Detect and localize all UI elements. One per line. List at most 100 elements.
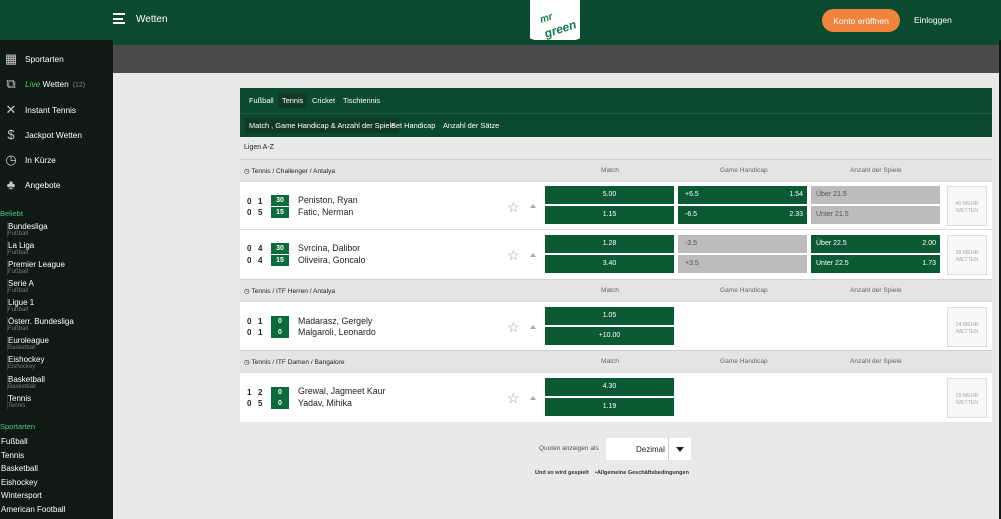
sportarten-heading: Sportarten [0,422,36,431]
arrow-up-icon [530,253,536,257]
section-title: ◷ Tennis / ITF Damen / Bangalore [244,359,345,366]
match-row: 04 04 30 15 Svrcina, Dalibor Oliveira, G… [240,229,992,279]
register-button[interactable]: Konto eröffnen [822,9,900,32]
odds-button[interactable]: 5.00 [545,186,674,204]
more-bets-button[interactable]: 38 MEHR WETTEN [947,235,987,275]
tree-icon: ♣ [6,177,16,192]
arrow-up-icon [530,204,536,208]
sport-link[interactable]: Wintersport [1,491,42,500]
grid-icon: ▦ [4,51,18,66]
player-name[interactable]: Yadav, Mihika [298,398,352,408]
arrow-up-icon [530,396,536,400]
sport-tabs: Fußball Tennis Cricket Tischtennis [240,88,992,113]
player-name[interactable]: Grewal, Jagmeet Kaur [298,386,386,396]
league-item[interactable]: Ligue 1 Fußball [7,298,34,313]
arrow-up-icon [530,325,536,329]
sidebar: ▦ Sportarten ⧉ Live Wetten (12) ✕ Instant… [0,40,113,519]
sidebar-item-angebote[interactable]: ♣ Angebote [0,173,113,197]
menu-icon[interactable] [113,13,125,24]
sport-link[interactable]: Basketball [1,464,38,473]
chevron-down-icon[interactable] [668,438,691,460]
game-score: 15 [271,207,289,218]
league-item[interactable]: Euroleague Basketball [7,336,49,351]
page-title: Wetten [136,14,168,25]
league-item[interactable]: La Liga Fußball [7,241,34,256]
player-name[interactable]: Malgaroli, Leonardo [298,327,376,337]
sidebar-item-in-kuerze[interactable]: ◷ In Kürze [0,148,113,172]
league-item[interactable]: Bundesliga Fußball [7,222,48,237]
tab-cricket[interactable]: Cricket [312,96,335,105]
odds-button[interactable]: 1.19 [545,398,674,416]
odds-button[interactable]: 1.28 [545,235,674,253]
player-name[interactable]: Madarasz, Gergely [298,316,372,326]
sport-link[interactable]: Eishockey [1,478,37,487]
ligen-a-z[interactable]: Ligen A-Z [244,144,274,151]
section-header: ◷ Tennis / ITF Damen / Bangalore Match G… [240,350,992,372]
odds-button-disabled: Unter 21.5 [811,206,940,224]
section-header: ◷ Tennis / Challenger / Antalya Match Ga… [240,159,992,181]
odds-button[interactable]: 1.15 [545,206,674,224]
sidebar-item-sportarten[interactable]: ▦ Sportarten [0,47,113,71]
player-name[interactable]: Svrcina, Dalibor [298,243,360,253]
star-icon[interactable]: ☆ [507,319,520,336]
odds-button-disabled: +3.5 [678,255,807,273]
odds-button[interactable]: 4.30 [545,378,674,396]
more-bets-button[interactable]: 18 MEHR WETTEN [947,378,987,418]
how-to-play-link[interactable]: Und so wird gespielt [535,470,589,476]
live-tv-icon: ⧉ [6,76,16,91]
odds-format-label: Quoten anzeigen als [539,445,599,452]
sport-link[interactable]: American Football [1,505,65,514]
star-icon[interactable]: ☆ [507,247,520,264]
tab-tischtennis[interactable]: Tischtennis [343,96,380,105]
beliebt-heading: Beliebt [0,209,23,218]
league-item[interactable]: Tennis Tennis [7,394,31,409]
top-bar: Wetten mr green Konto eröffnen Einloggen [0,0,1001,47]
odds-button[interactable]: Unter 22.5 1.73 [811,255,940,273]
sport-link[interactable]: Tennis [1,451,24,460]
player-name[interactable]: Oliveira, Goncalo [298,255,365,265]
odds-button[interactable]: +10.00 [545,327,674,345]
tab-match-handicap[interactable]: Match , Game Handicap & Anzahl der Spiel… [245,118,400,133]
section-header: ◷ Tennis / ITF Herren / Antalya Match Ga… [240,279,992,301]
league-item[interactable]: Eishockey Eishockey [7,355,44,370]
sidebar-item-jackpot[interactable]: $ Jackpot Wetten [0,123,113,147]
sport-link[interactable]: Fußball [1,437,28,446]
odds-button[interactable]: 3.40 [545,255,674,273]
league-item[interactable]: Premier League Fußball [7,260,65,275]
odds-button[interactable]: +6.5 1.54 [678,186,807,204]
match-row: 12 05 0 0 Grewal, Jagmeet Kaur Yadav, Mi… [240,372,992,422]
odds-button[interactable]: 1.05 [545,307,674,325]
login-link[interactable]: Einloggen [914,15,952,25]
game-score: 0 [271,327,289,338]
tab-tennis[interactable]: Tennis [278,93,308,108]
terms-link[interactable]: ▪Allgemeine Geschäftsbedingungen [595,470,689,476]
more-bets-button[interactable]: 14 MEHR WETTEN [947,307,987,347]
sidebar-item-instant-tennis[interactable]: ✕ Instant Tennis [0,98,113,122]
section-title: ◷ Tennis / ITF Herren / Antalya [244,288,336,295]
more-bets-button[interactable]: 40 MEHR WETTEN [947,186,987,226]
stopwatch-icon: ◷ [5,152,17,167]
league-item[interactable]: Basketball Basketball [7,375,45,390]
odds-button[interactable]: -6.5 2.33 [678,206,807,224]
market-tabs: Match , Game Handicap & Anzahl der Spiel… [240,113,992,137]
game-score: 30 [271,243,289,254]
league-item[interactable]: Österr. Bundesliga Fußball [7,317,74,332]
odds-button[interactable]: Über 22.5 2.00 [811,235,940,253]
sidebar-item-live-wetten[interactable]: ⧉ Live Wetten (12) [0,72,113,96]
game-score: 0 [271,316,289,327]
tab-anzahl-saetze[interactable]: Anzahl der Sätze [443,121,499,130]
game-score: 15 [271,255,289,266]
league-item[interactable]: Serie A Fußball [7,279,34,294]
tab-set-handicap[interactable]: Set Handicap [391,121,435,130]
player-name[interactable]: Fatic, Nerman [298,207,353,217]
star-icon[interactable]: ☆ [507,390,520,407]
player-name[interactable]: Peniston, Ryan [298,195,358,205]
odds-format-value[interactable]: Dezimal [636,445,665,454]
star-icon[interactable]: ☆ [507,199,520,216]
odds-button-disabled: Über 21.5 [811,186,940,204]
section-title: ◷ Tennis / Challenger / Antalya [244,168,336,175]
game-score: 30 [271,195,289,206]
tab-fussball[interactable]: Fußball [249,96,274,105]
sub-header-bar [113,45,1001,73]
match-row: 01 05 30 15 Peniston, Ryan Fatic, Nerman… [240,181,992,230]
